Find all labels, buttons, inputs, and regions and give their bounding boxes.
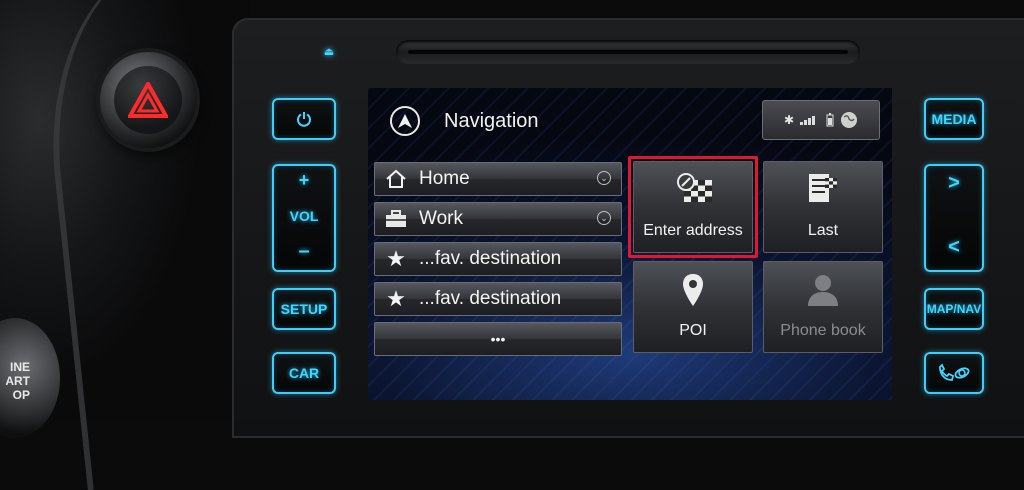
map-pin-icon xyxy=(634,272,752,308)
engine-label-line-2: ART xyxy=(5,374,30,388)
engine-label-line-3: OP xyxy=(12,388,30,402)
briefcase-icon xyxy=(379,210,413,228)
seek-control: > < xyxy=(924,164,984,272)
volume-up-button[interactable]: + xyxy=(274,170,334,191)
more-button[interactable]: ••• xyxy=(374,322,622,356)
media-button[interactable]: MEDIA xyxy=(924,98,984,140)
phone-book-tile[interactable]: Phone book xyxy=(763,261,883,353)
hazard-button[interactable] xyxy=(114,66,182,134)
home-icon xyxy=(379,169,413,189)
engine-label-line-1: INE xyxy=(9,360,30,374)
status-bar: ✱ xyxy=(762,100,880,140)
star-icon: ★ xyxy=(386,286,406,311)
chevron-down-icon: ⌄ xyxy=(597,211,611,225)
hazard-triangle-icon xyxy=(128,82,168,118)
map-nav-button[interactable]: MAP/NAV xyxy=(924,288,984,330)
poi-tile[interactable]: POI xyxy=(633,261,753,353)
star-icon: ★ xyxy=(386,246,406,271)
prev-button[interactable]: < xyxy=(926,236,982,259)
list-item-home[interactable]: Home ⌄ xyxy=(374,162,622,196)
signal-icon xyxy=(800,116,816,125)
tile-label: Phone book xyxy=(780,322,866,339)
volume-down-button[interactable]: – xyxy=(274,240,334,263)
setup-button[interactable]: SETUP xyxy=(272,288,336,330)
bluetooth-icon: ✱ xyxy=(783,113,795,127)
tile-label: POI xyxy=(679,322,707,339)
tile-label: Last xyxy=(807,222,839,239)
eject-button[interactable]: ⏏ xyxy=(322,44,336,58)
next-button[interactable]: > xyxy=(926,172,982,195)
phone-icon xyxy=(939,363,970,381)
list-item-label: Home xyxy=(419,168,470,189)
battery-icon xyxy=(826,113,834,127)
last-destinations-icon xyxy=(764,172,882,206)
list-item-label: Work xyxy=(419,208,463,229)
volume-control: + VOL – xyxy=(272,164,336,272)
last-destinations-tile[interactable]: Last xyxy=(763,161,883,253)
list-item-work[interactable]: Work ⌄ xyxy=(374,202,622,236)
engine-start-stop-label: INE ART OP xyxy=(0,360,30,402)
list-item-label: ...fav. destination xyxy=(419,288,562,309)
selection-highlight xyxy=(628,156,758,258)
power-button[interactable] xyxy=(272,98,336,140)
list-item-label: ...fav. destination xyxy=(419,248,562,269)
eject-icon: ⏏ xyxy=(323,45,335,58)
chevron-down-icon: ⌄ xyxy=(597,171,611,185)
phone-button[interactable] xyxy=(924,352,984,394)
globe-icon xyxy=(841,112,858,128)
touchscreen: Navigation ✱ Home ⌄ Work ⌄ ★ ...fav. des… xyxy=(368,88,892,400)
cd-slot xyxy=(396,40,860,64)
list-item-favorite-2[interactable]: ★ ...fav. destination xyxy=(374,282,622,316)
car-button[interactable]: CAR xyxy=(272,352,336,394)
contact-icon xyxy=(764,272,882,308)
screen-title: Navigation xyxy=(444,110,539,132)
volume-label: VOL xyxy=(289,208,319,224)
navigation-compass-icon xyxy=(390,106,420,136)
power-icon xyxy=(297,112,311,127)
list-item-favorite-1[interactable]: ★ ...fav. destination xyxy=(374,242,622,276)
